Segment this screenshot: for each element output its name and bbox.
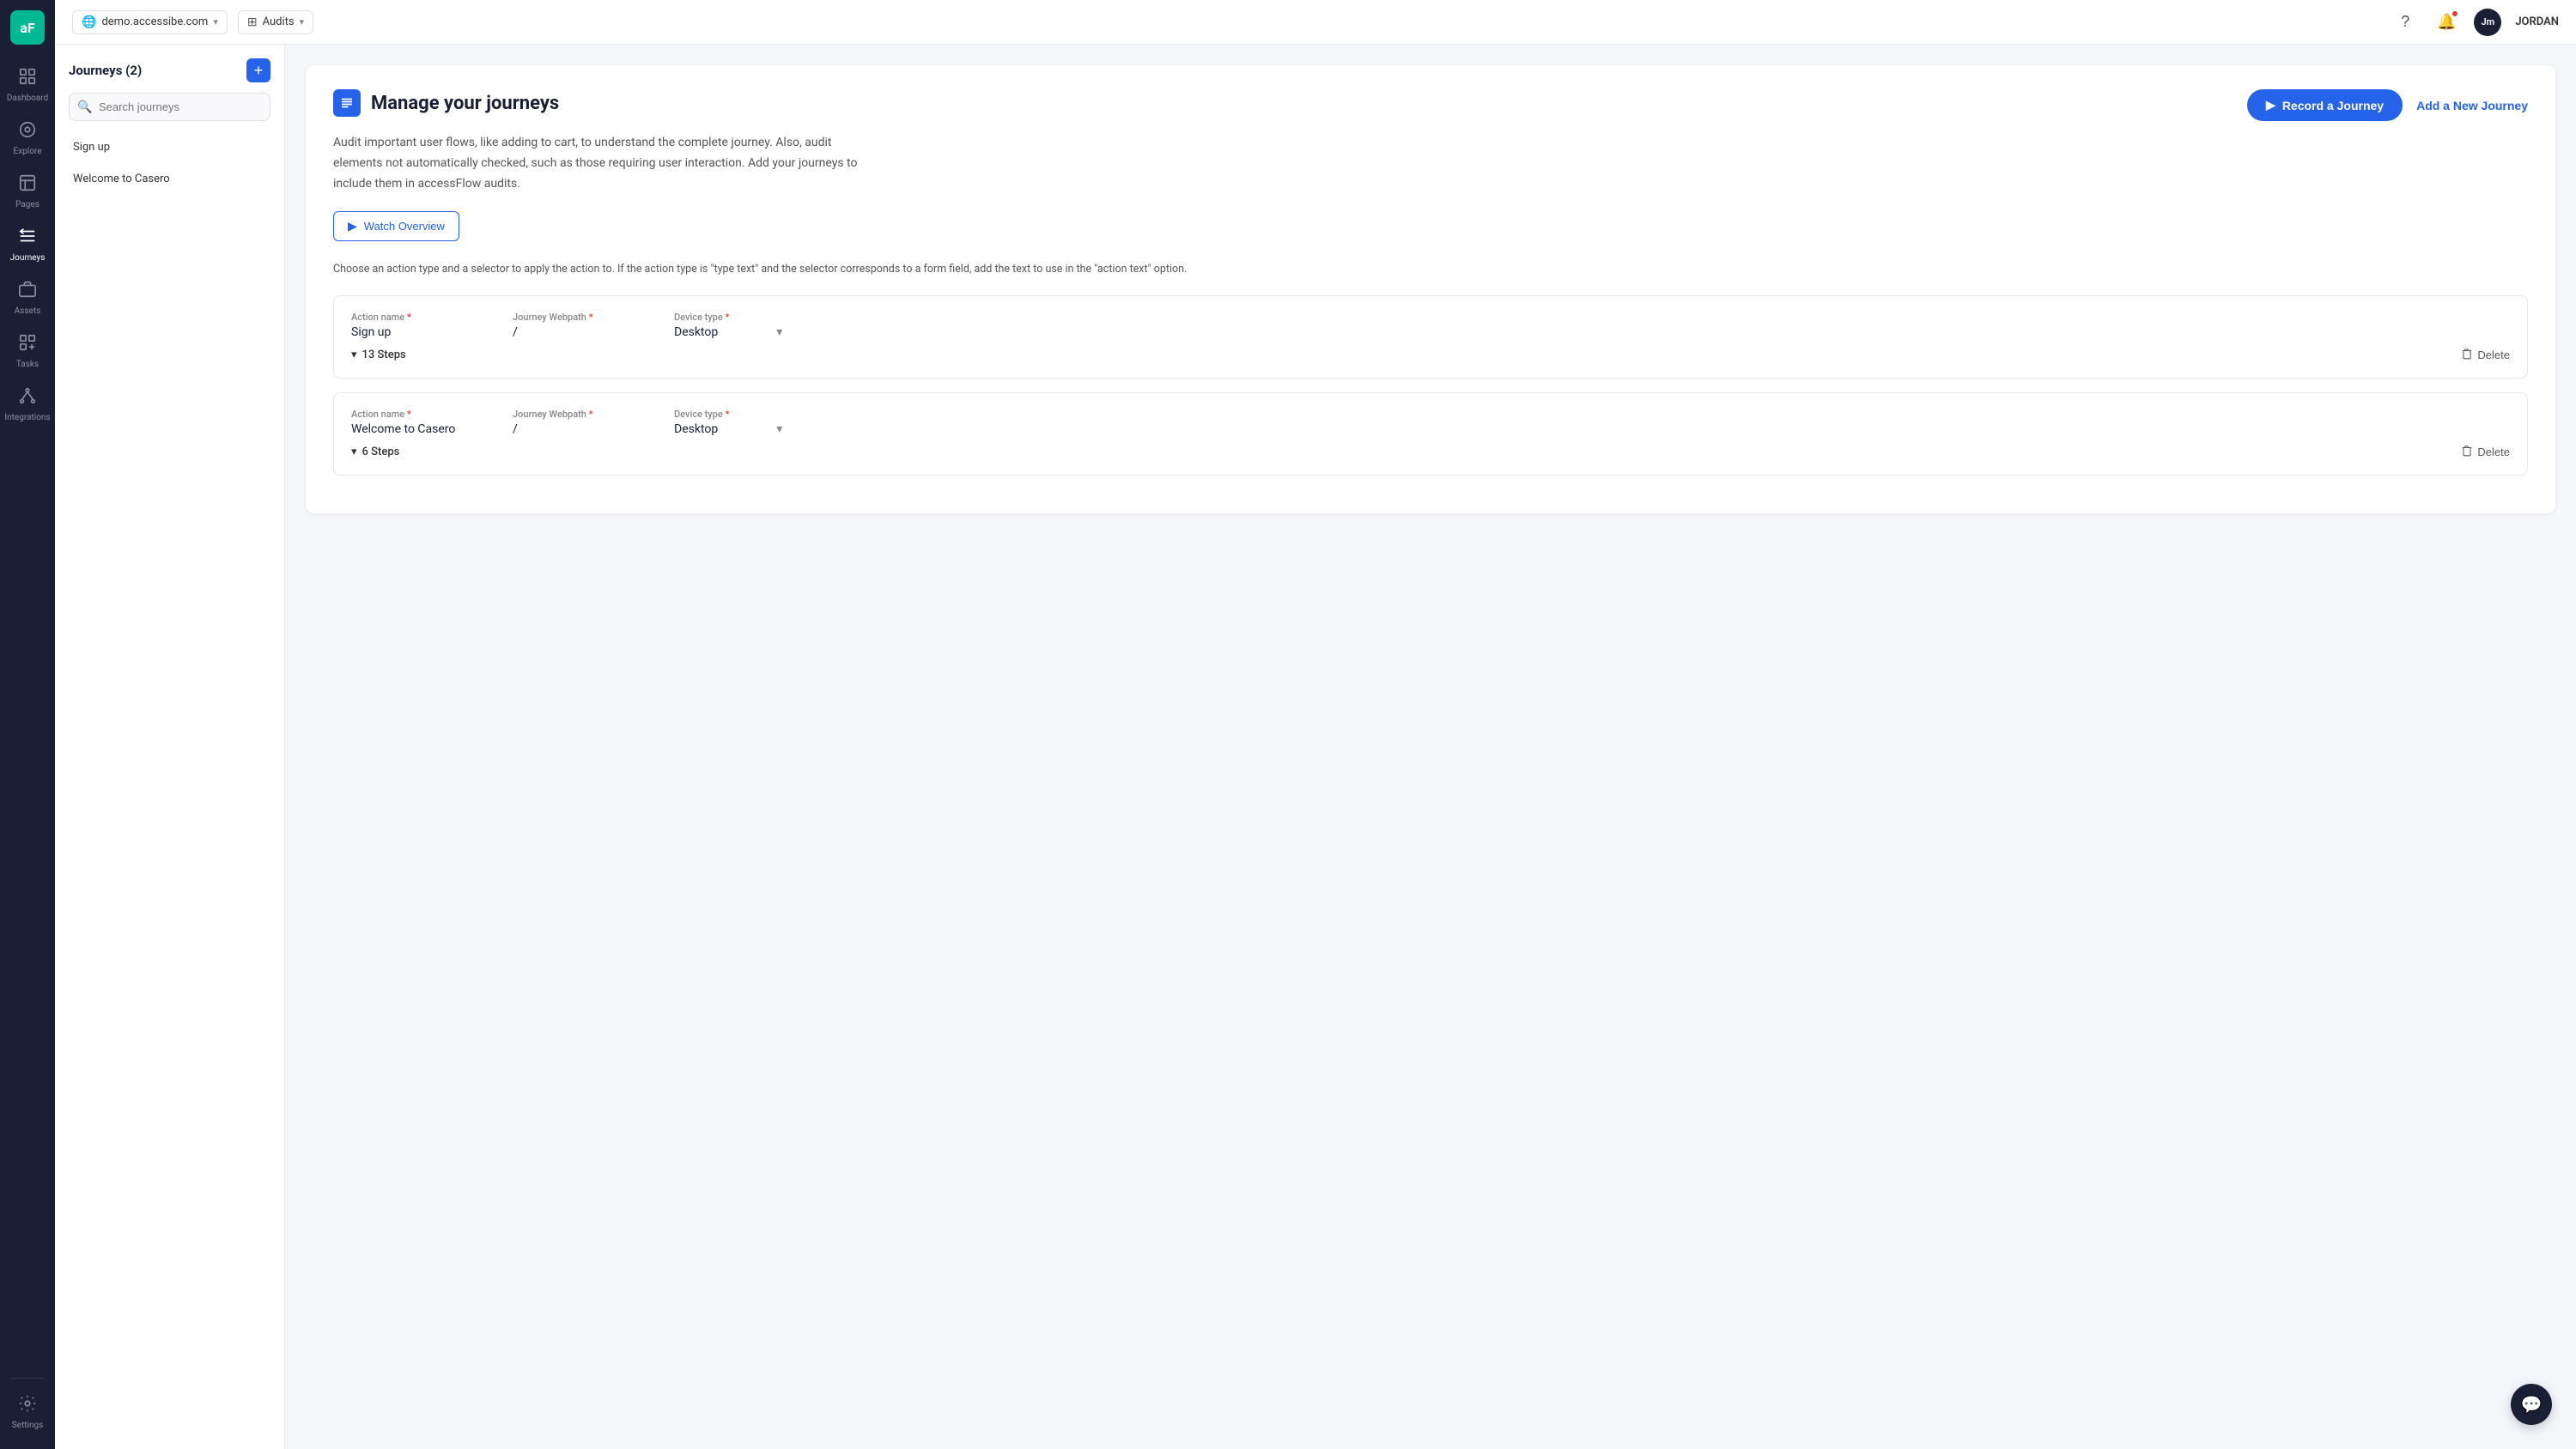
domain-text: demo.accessibe.com: [101, 15, 208, 28]
settings-icon: [18, 1394, 37, 1417]
field-action-name-signup: Action name * Sign up: [351, 312, 471, 339]
device-type-value-signup: Desktop: [674, 325, 718, 339]
device-type-value-welcome: Desktop: [674, 422, 718, 436]
sidebar-bottom: Settings: [0, 1371, 55, 1439]
help-icon: ?: [2401, 13, 2409, 31]
user-avatar[interactable]: Jm: [2474, 9, 2501, 36]
svg-text:aF: aF: [20, 20, 35, 36]
user-name[interactable]: JORDAN: [2515, 15, 2559, 28]
sidebar-item-settings[interactable]: Settings: [0, 1385, 55, 1439]
notification-badge: [2451, 10, 2458, 17]
webpath-value-signup: /: [513, 325, 633, 339]
audits-chevron-icon: ▾: [300, 16, 305, 27]
play-icon: ▶: [348, 219, 357, 233]
topbar-right: ? 🔔 Jm JORDAN: [2391, 9, 2559, 36]
card-actions: ▶ Record a Journey Add a New Journey: [2247, 89, 2528, 121]
journey-card-signup-header: Action name * Sign up Journey Webpath * …: [351, 312, 2510, 339]
journey-fields-signup: Action name * Sign up Journey Webpath * …: [351, 312, 2510, 339]
search-input[interactable]: [69, 93, 270, 121]
sidebar-item-integrations[interactable]: Integrations: [0, 378, 55, 431]
journey-fields-welcome: Action name * Welcome to Casero Journey …: [351, 409, 2510, 436]
tasks-icon: [18, 333, 37, 356]
device-type-chevron-welcome: ▾: [776, 422, 782, 436]
card-description: Audit important user flows, like adding …: [333, 133, 866, 194]
plus-icon: +: [254, 62, 264, 80]
field-device-type-welcome: Device type * Desktop ▾: [674, 409, 794, 436]
journey-card-welcome-header: Action name * Welcome to Casero Journey …: [351, 409, 2510, 436]
field-webpath-welcome: Journey Webpath * /: [513, 409, 633, 436]
journey-card-welcome: Action name * Welcome to Casero Journey …: [333, 392, 2528, 476]
chevron-down-icon-welcome: ▾: [351, 446, 357, 458]
assets-icon: [18, 280, 37, 303]
journey-card-signup-footer: ▾ 13 Steps Delete: [351, 348, 2510, 362]
pages-icon: [18, 173, 37, 197]
webpath-value-welcome: /: [513, 422, 633, 436]
record-journey-button[interactable]: ▶ Record a Journey: [2247, 89, 2403, 121]
sidebar-item-journeys[interactable]: Journeys: [0, 218, 55, 271]
steps-toggle-signup[interactable]: ▾ 13 Steps: [351, 349, 406, 361]
sidebar-item-tasks[interactable]: Tasks: [0, 324, 55, 378]
domain-chevron-icon: ▾: [213, 16, 218, 27]
explore-icon: [18, 120, 37, 143]
content-card: Manage your journeys ▶ Record a Journey …: [306, 65, 2555, 513]
action-name-value-signup: Sign up: [351, 325, 471, 339]
chevron-down-icon-signup: ▾: [351, 349, 357, 361]
trash-icon-welcome: [2461, 445, 2473, 459]
action-name-value-welcome: Welcome to Casero: [351, 422, 471, 436]
record-icon: ▶: [2266, 98, 2275, 112]
card-title: Manage your journeys: [371, 93, 559, 114]
delete-button-welcome[interactable]: Delete: [2461, 445, 2510, 459]
journey-card-signup: Action name * Sign up Journey Webpath * …: [333, 295, 2528, 379]
sidebar-item-explore[interactable]: Explore: [0, 112, 55, 165]
domain-selector[interactable]: 🌐 demo.accessibe.com ▾: [72, 10, 228, 34]
sidebar-item-pages[interactable]: Pages: [0, 165, 55, 218]
dashboard-icon: [18, 67, 37, 90]
device-type-chevron-signup: ▾: [776, 325, 782, 339]
steps-toggle-welcome[interactable]: ▾ 6 Steps: [351, 446, 399, 458]
card-icon: [333, 89, 361, 117]
journey-list-item-welcome[interactable]: Welcome to Casero: [55, 163, 284, 195]
sidebar-divider: [10, 1378, 45, 1379]
app-logo[interactable]: aF: [10, 10, 45, 45]
audits-selector[interactable]: ⊞ Audits ▾: [238, 10, 313, 34]
left-panel-title: Journeys (2): [69, 63, 142, 78]
journeys-icon: [18, 227, 37, 250]
left-panel-header: Journeys (2) +: [55, 45, 284, 93]
notifications-button[interactable]: 🔔: [2433, 9, 2460, 36]
audits-icon: ⊞: [247, 15, 258, 29]
sidebar-item-dashboard[interactable]: Dashboard: [0, 58, 55, 112]
journey-list-item-signup[interactable]: Sign up: [55, 131, 284, 163]
watch-overview-button[interactable]: ▶ Watch Overview: [333, 211, 459, 241]
field-device-type-signup: Device type * Desktop ▾: [674, 312, 794, 339]
globe-icon: 🌐: [82, 15, 96, 29]
chat-icon: 💬: [2521, 1394, 2543, 1415]
audits-text: Audits: [263, 15, 295, 28]
trash-icon-signup: [2461, 348, 2473, 362]
delete-button-signup[interactable]: Delete: [2461, 348, 2510, 362]
content-area: Manage your journeys ▶ Record a Journey …: [285, 45, 2576, 1449]
hint-text: Choose an action type and a selector to …: [333, 262, 2528, 278]
search-icon: 🔍: [77, 100, 92, 114]
main-layout: Journeys (2) + 🔍 Sign up Welcome to Case…: [55, 45, 2576, 1449]
sidebar: aF Dashboard Explore Pages: [0, 0, 55, 1449]
add-journey-button[interactable]: +: [246, 58, 270, 82]
left-panel: Journeys (2) + 🔍 Sign up Welcome to Case…: [55, 45, 285, 1449]
topbar: 🌐 demo.accessibe.com ▾ ⊞ Audits ▾ ? 🔔 Jm…: [55, 0, 2576, 45]
sidebar-item-assets[interactable]: Assets: [0, 271, 55, 324]
journey-card-welcome-footer: ▾ 6 Steps Delete: [351, 445, 2510, 459]
add-new-journey-button[interactable]: Add a New Journey: [2416, 99, 2528, 112]
chat-widget[interactable]: 💬: [2511, 1384, 2552, 1425]
journey-list: Sign up Welcome to Casero: [55, 131, 284, 1449]
search-box: 🔍: [69, 93, 270, 121]
field-webpath-signup: Journey Webpath * /: [513, 312, 633, 339]
help-button[interactable]: ?: [2391, 9, 2419, 36]
field-action-name-welcome: Action name * Welcome to Casero: [351, 409, 471, 436]
integrations-icon: [18, 386, 37, 409]
